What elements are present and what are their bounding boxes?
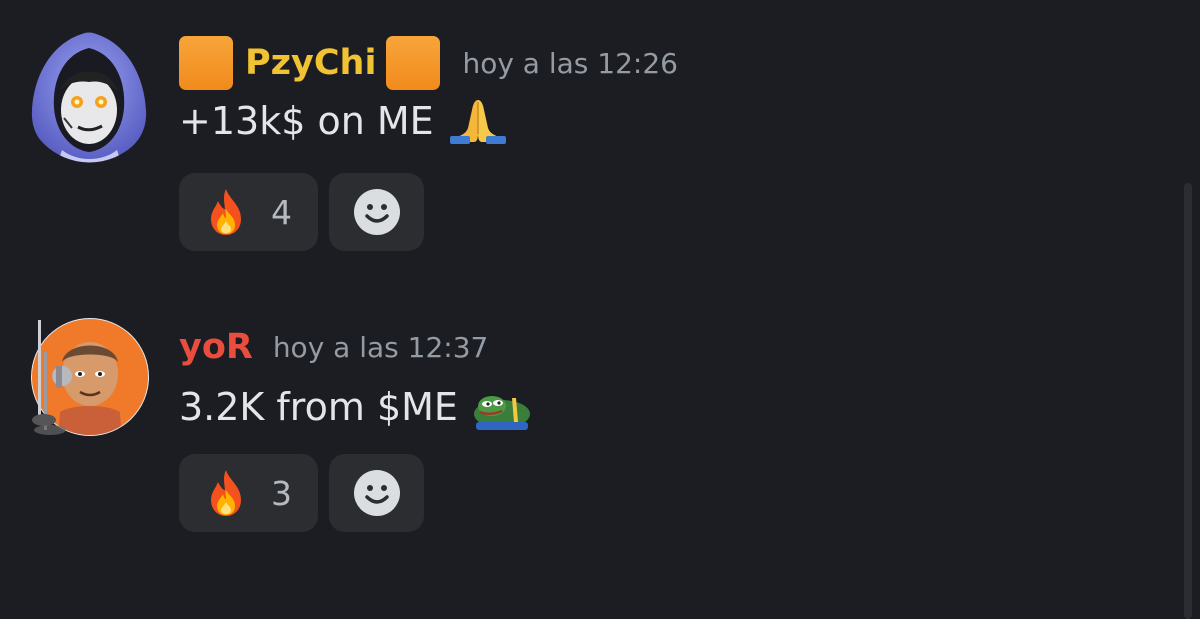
scrollbar[interactable] [1184,183,1192,619]
message-header: yoR hoy a las 12:37 [179,312,1139,382]
message-text: +13k$ on ME [179,99,434,143]
username[interactable]: PzyChi [245,45,376,81]
pepe-praying-icon [472,384,532,430]
reactions-bar: 3 [179,454,424,532]
message-content: 3.2K from $ME [179,382,1139,432]
chat-message-list: PzyChi hoy a las 12:26 +13k$ on ME 4 yoR… [0,0,1200,619]
smiley-icon [353,470,400,516]
smiley-icon [353,189,400,235]
fire-icon [211,470,241,516]
username[interactable]: yoR [179,329,253,365]
timestamp[interactable]: hoy a las 12:37 [273,331,489,364]
reaction-count: 3 [271,473,292,513]
timestamp[interactable]: hoy a las 12:26 [462,47,678,80]
add-reaction-button[interactable] [329,454,424,532]
reaction-fire[interactable]: 4 [179,173,318,251]
folded-hands-icon [448,98,508,144]
message-header: PzyChi hoy a las 12:26 [179,30,1139,96]
avatar[interactable] [22,30,157,165]
message-content: +13k$ on ME [179,96,1139,146]
add-reaction-button[interactable] [329,173,424,251]
avatar[interactable] [22,312,152,442]
message-body: yoR hoy a las 12:37 3.2K from $ME [179,312,1139,432]
reaction-fire[interactable]: 3 [179,454,318,532]
message-body: PzyChi hoy a las 12:26 +13k$ on ME [179,30,1139,146]
reactions-bar: 4 [179,173,424,251]
orange-square-icon [179,36,233,90]
reaction-count: 4 [271,192,292,232]
fire-icon [211,189,241,235]
message-text: 3.2K from $ME [179,385,458,429]
orange-square-icon [386,36,441,90]
